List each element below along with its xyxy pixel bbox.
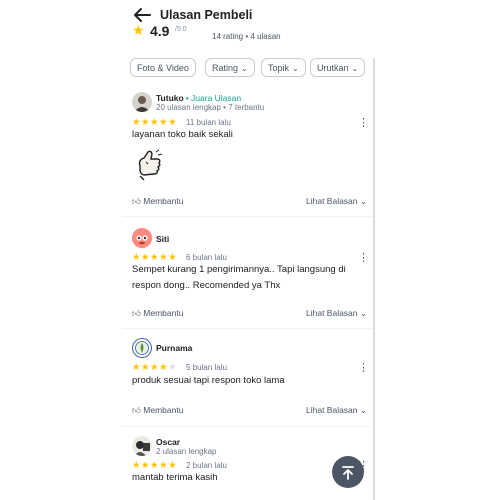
review-screen: Ulasan Pembeli ★ 4.9 /5.0 14 rating • 4 … <box>122 0 374 500</box>
reviewer-badge: • Juara Ulasan <box>185 93 242 103</box>
view-replies-label: Lihat Balasan <box>306 405 358 415</box>
thumbs-up-icon: 👍︎ <box>132 405 141 415</box>
helpful-label: Membantu <box>143 308 184 318</box>
scroll-to-top-icon <box>342 466 354 480</box>
view-replies-button[interactable]: Lihat Balasan ⌄ <box>306 308 367 319</box>
rating-max: /5.0 <box>175 26 187 33</box>
reviewer-name[interactable]: Siti <box>156 234 169 244</box>
avatar <box>132 228 152 248</box>
thumbs-up-icon: 👍︎ <box>132 308 141 318</box>
filter-bar: Foto & Video Rating ⌄ Topik ⌄ Urutkan ⌄ <box>130 58 374 80</box>
chevron-down-icon: ⌄ <box>359 405 368 415</box>
divider <box>122 426 372 427</box>
reviewer-name[interactable]: Purnama <box>156 343 192 353</box>
filter-label: Foto & Video <box>137 63 189 73</box>
chevron-down-icon: ⌄ <box>292 64 299 73</box>
reviewer-stats: 2 ulasan lengkap <box>156 447 217 456</box>
view-replies-button[interactable]: Lihat Balasan ⌄ <box>306 196 367 207</box>
review-time: 2 bulan lalu <box>186 461 227 470</box>
avatar <box>132 338 152 358</box>
thumbs-up-icon: 👍︎ <box>132 196 141 206</box>
app-header: Ulasan Pembeli ★ 4.9 /5.0 14 rating • 4 … <box>122 0 374 56</box>
chevron-down-icon: ⌄ <box>351 64 359 73</box>
helpful-label: Membantu <box>143 196 184 206</box>
filter-topic[interactable]: Topik ⌄ <box>261 58 306 77</box>
review-time: 5 bulan lalu <box>186 363 227 372</box>
star-icon: ★ <box>132 22 145 38</box>
review-stars: ★★★★★ <box>132 362 178 373</box>
review-text: mantab terima kasih <box>132 472 218 483</box>
scrollbar[interactable] <box>373 58 375 500</box>
avatar <box>132 436 152 456</box>
view-replies-button[interactable]: Lihat Balasan ⌄ <box>306 405 367 416</box>
divider <box>122 328 372 329</box>
helpful-label: Membantu <box>143 405 184 415</box>
review-text: layanan toko baik sekali <box>132 129 233 140</box>
avatar <box>132 92 152 112</box>
filter-label: Topik <box>268 63 290 73</box>
reviewer-stats: 20 ulasan lengkap • 7 terbantu <box>156 103 265 112</box>
divider <box>122 216 372 217</box>
view-replies-label: Lihat Balasan <box>306 196 358 206</box>
helpful-button[interactable]: 👍︎ Membantu <box>132 405 183 416</box>
filter-label: Rating <box>212 63 239 73</box>
review-time: 11 bulan lalu <box>186 118 231 127</box>
filter-rating[interactable]: Rating ⌄ <box>205 58 255 77</box>
view-replies-label: Lihat Balasan <box>306 308 358 318</box>
chevron-down-icon: ⌄ <box>359 308 368 318</box>
reviewer-name[interactable]: Tutuko <box>156 93 184 103</box>
helpful-button[interactable]: 👍︎ Membantu <box>132 196 183 207</box>
page-title: Ulasan Pembeli <box>160 8 253 22</box>
chevron-down-icon: ⌄ <box>241 64 248 73</box>
review-text: produk sesuai tapi respon toko lama <box>132 375 285 386</box>
filter-sort[interactable]: Urutkan ⌄ <box>310 58 366 77</box>
thumbs-up-sticker-icon[interactable] <box>134 148 164 182</box>
filter-label: Urutkan <box>317 63 349 73</box>
helpful-button[interactable]: 👍︎ Membantu <box>132 308 183 319</box>
rating-meta: 14 rating • 4 ulasan <box>212 32 281 41</box>
chevron-down-icon: ⌄ <box>359 196 368 206</box>
review-time: 6 bulan lalu <box>186 253 227 262</box>
kebab-menu-icon[interactable]: ⋮ <box>358 363 369 374</box>
scroll-to-top-button[interactable] <box>332 456 364 488</box>
filter-photo-video[interactable]: Foto & Video <box>130 58 196 77</box>
reviewer-name[interactable]: Oscar <box>156 437 180 447</box>
review-text: Sempet kurang 1 pengirimannya.. Tapi lan… <box>132 264 346 291</box>
average-rating: 4.9 <box>150 23 170 39</box>
